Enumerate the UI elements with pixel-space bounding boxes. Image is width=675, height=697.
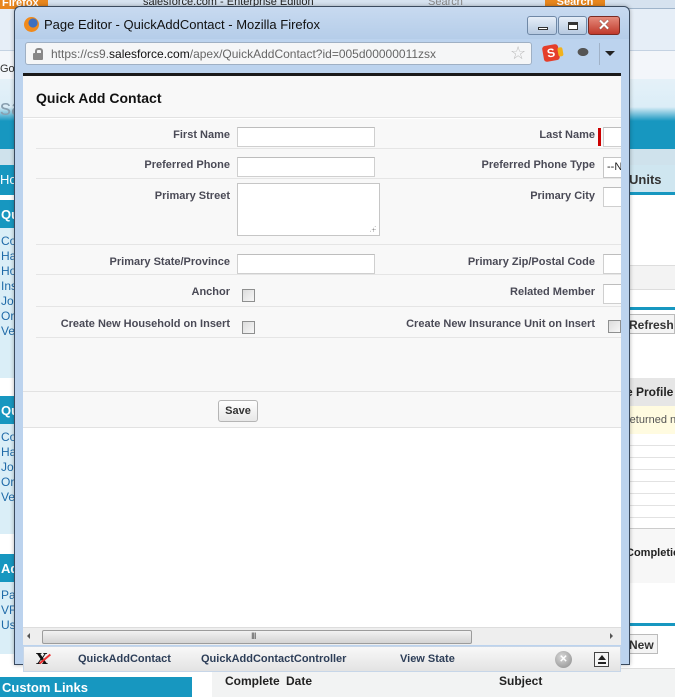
anchor-label: Anchor xyxy=(191,286,231,298)
url-prefix: https://cs9. xyxy=(51,47,110,61)
form-row: Primary State/Province Primary Zip/Posta… xyxy=(36,245,621,275)
nav-tab-units[interactable]: Units xyxy=(626,165,675,195)
first-name-input[interactable] xyxy=(237,127,375,147)
primary-street-textarea[interactable] xyxy=(237,183,380,236)
contact-form: First Name Last Name Preferred Phone Pre… xyxy=(23,119,621,391)
scroll-left-icon[interactable] xyxy=(27,633,30,639)
required-indicator xyxy=(598,128,601,146)
salesforce-extension-icon[interactable]: S xyxy=(541,43,561,63)
dev-tab-controller[interactable]: QuickAddContactController xyxy=(201,653,346,665)
form-row: Primary Street Primary City xyxy=(36,179,621,245)
developer-mode-logo-icon: X xyxy=(36,650,48,668)
preferred-phone-type-select[interactable]: --None-- xyxy=(603,157,621,178)
form-row: Create New Household on Insert Create Ne… xyxy=(36,307,621,338)
create-household-label: Create New Household on Insert xyxy=(60,318,230,330)
firebug-icon[interactable] xyxy=(575,46,591,58)
preferred-phone-type-label: Preferred Phone Type xyxy=(481,159,596,171)
primary-state-input[interactable] xyxy=(237,254,375,274)
button-bar: Save xyxy=(23,391,621,428)
grip-icon: III xyxy=(251,631,256,641)
scroll-right-icon[interactable] xyxy=(610,633,613,639)
background-table-header: Complete Date Subject xyxy=(212,668,675,697)
url-domain: salesforce.com xyxy=(109,47,190,61)
related-member-input[interactable] xyxy=(603,284,621,304)
resize-grip-icon[interactable] xyxy=(369,225,376,232)
primary-city-label: Primary City xyxy=(530,190,595,202)
primary-street-label: Primary Street xyxy=(154,190,230,202)
developer-footer: X QuickAddContact QuickAddContactControl… xyxy=(23,646,621,672)
horizontal-scrollbar[interactable]: III xyxy=(23,627,621,645)
window-titlebar[interactable]: Page Editor - QuickAddContact - Mozilla … xyxy=(15,7,629,39)
expand-panel-icon[interactable] xyxy=(594,652,609,667)
primary-state-label: Primary State/Province xyxy=(109,256,230,268)
maximize-button[interactable] xyxy=(558,16,587,35)
background-profile-header: e Profile xyxy=(626,378,675,406)
close-icon: ✕ xyxy=(597,17,611,34)
background-refresh-button[interactable]: Refresh xyxy=(626,314,675,334)
save-button[interactable]: Save xyxy=(218,400,258,422)
maximize-icon xyxy=(568,22,578,30)
page-content: Quick Add Contact First Name Last Name P… xyxy=(23,73,621,645)
first-name-label: First Name xyxy=(173,129,230,141)
create-household-checkbox[interactable] xyxy=(242,321,255,334)
related-member-label: Related Member xyxy=(510,286,595,298)
background-new-button[interactable]: New xyxy=(626,634,658,654)
url-text[interactable]: https://cs9.salesforce.com/apex/QuickAdd… xyxy=(51,47,436,61)
create-insurance-unit-checkbox[interactable] xyxy=(608,320,621,333)
form-row: Preferred Phone Preferred Phone Type --N… xyxy=(36,149,621,179)
form-row: First Name Last Name xyxy=(36,119,621,149)
minimize-icon xyxy=(538,27,548,30)
background-section-line xyxy=(626,307,675,310)
create-insurance-unit-label: Create New Insurance Unit on Insert xyxy=(406,318,595,330)
form-row: Anchor Related Member xyxy=(36,275,621,307)
menu-arrow-icon[interactable] xyxy=(605,51,615,56)
url-path: /apex/QuickAddContact?id=005d00000011zsx xyxy=(189,47,437,61)
firefox-icon xyxy=(24,17,39,32)
scrollbar-thumb[interactable]: III xyxy=(42,630,472,644)
primary-zip-label: Primary Zip/Postal Code xyxy=(467,256,595,268)
page-header: Quick Add Contact xyxy=(23,76,621,118)
page-editor-window: Page Editor - QuickAddContact - Mozilla … xyxy=(14,6,630,672)
background-completion-header: - Completion xyxy=(626,528,675,583)
preferred-phone-input[interactable] xyxy=(237,157,375,177)
anchor-checkbox[interactable] xyxy=(242,289,255,302)
background-right-divider xyxy=(626,265,675,290)
column-header: Subject xyxy=(499,674,543,688)
lock-icon xyxy=(33,48,43,60)
page-title: Quick Add Contact xyxy=(36,90,162,106)
background-dotted-rows xyxy=(626,434,675,528)
close-window-button[interactable]: ✕ xyxy=(588,16,620,35)
toolbar-separator xyxy=(599,43,600,65)
background-section-line xyxy=(626,623,675,626)
background-no-records-message: returned n xyxy=(626,406,675,434)
sidebar-custom-links-header: Custom Links xyxy=(0,677,192,697)
window-title: Page Editor - QuickAddContact - Mozilla … xyxy=(44,17,320,32)
dev-tab-page[interactable]: QuickAddContact xyxy=(78,653,171,665)
close-icon[interactable]: ✕ xyxy=(555,651,572,668)
column-header: Complete xyxy=(225,674,280,688)
url-bar[interactable]: https://cs9.salesforce.com/apex/QuickAdd… xyxy=(25,42,532,65)
column-header: Date xyxy=(286,674,313,688)
minimize-button[interactable] xyxy=(527,16,557,35)
primary-zip-input[interactable] xyxy=(603,254,621,274)
last-name-label: Last Name xyxy=(539,129,595,141)
last-name-input[interactable] xyxy=(603,127,621,147)
primary-city-input[interactable] xyxy=(603,187,621,207)
dev-tab-view-state[interactable]: View State xyxy=(400,653,455,665)
preferred-phone-label: Preferred Phone xyxy=(144,159,230,171)
bookmark-star-icon[interactable]: ☆ xyxy=(510,43,526,64)
